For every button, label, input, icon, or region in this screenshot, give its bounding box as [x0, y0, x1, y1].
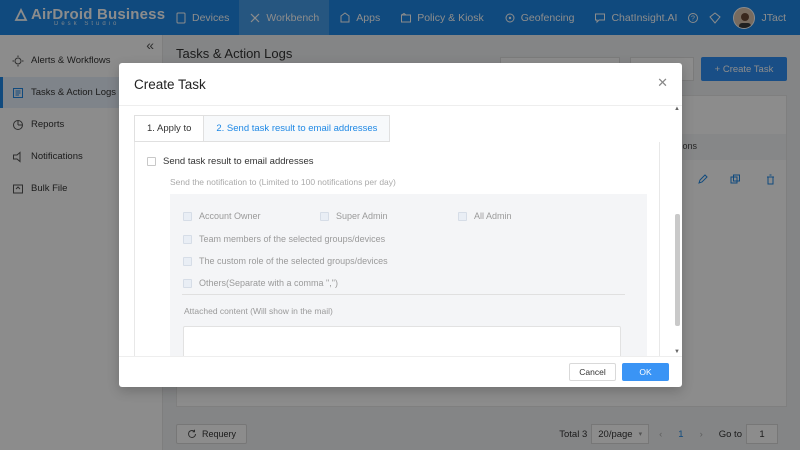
scroll-thumb[interactable]	[675, 214, 680, 326]
option-label: Super Admin	[336, 211, 388, 221]
send-result-checkbox[interactable]	[147, 157, 156, 166]
scroll-up-icon[interactable]: ▲	[674, 106, 680, 112]
modal-scrollbar[interactable]: ▲ ▼	[674, 106, 680, 356]
option-label: All Admin	[474, 211, 512, 221]
divider	[182, 294, 625, 295]
option-super-admin: Super Admin	[320, 211, 388, 221]
attached-content-label: Attached content (Will show in the mail)	[184, 306, 333, 316]
team-members-checkbox	[183, 234, 192, 244]
send-result-label: Send task result to email addresses	[163, 156, 314, 167]
option-label: Others(Separate with a comma ",")	[199, 278, 338, 288]
super-admin-checkbox	[320, 211, 329, 221]
custom-role-checkbox	[183, 256, 192, 266]
option-custom-role: The custom role of the selected groups/d…	[183, 256, 388, 266]
option-team-members: Team members of the selected groups/devi…	[183, 234, 385, 244]
modal-body: 1. Apply to 2. Send task result to email…	[119, 106, 682, 356]
all-admin-checkbox	[458, 211, 467, 221]
send-result-row[interactable]: Send task result to email addresses	[147, 156, 314, 167]
option-label: Account Owner	[199, 211, 261, 221]
option-label: The custom role of the selected groups/d…	[199, 256, 388, 266]
option-all-admin: All Admin	[458, 211, 512, 221]
cancel-button[interactable]: Cancel	[569, 363, 616, 381]
ok-button[interactable]: OK	[622, 363, 669, 381]
others-checkbox	[183, 278, 192, 288]
account-owner-checkbox	[183, 211, 192, 221]
notification-hint: Send the notification to (Limited to 100…	[170, 177, 396, 187]
option-account-owner: Account Owner	[183, 211, 261, 221]
email-settings-panel: Send task result to email addresses Send…	[134, 142, 660, 356]
attached-content-textarea	[183, 326, 621, 356]
tab-apply-to[interactable]: 1. Apply to	[134, 115, 205, 142]
modal-title: Create Task	[134, 77, 206, 92]
option-label: Team members of the selected groups/devi…	[199, 234, 386, 244]
close-icon[interactable]: ✕	[657, 75, 668, 91]
scroll-down-icon[interactable]: ▼	[674, 349, 680, 355]
divider	[119, 356, 682, 357]
modal-tabs: 1. Apply to 2. Send task result to email…	[134, 115, 391, 142]
option-others: Others(Separate with a comma ",")	[183, 278, 338, 288]
recipient-options-box: Account Owner Super Admin All Admin Team…	[170, 194, 647, 356]
tab-send-task-result[interactable]: 2. Send task result to email addresses	[204, 115, 391, 142]
create-task-modal: Create Task ✕ 1. Apply to 2. Send task r…	[119, 63, 682, 387]
